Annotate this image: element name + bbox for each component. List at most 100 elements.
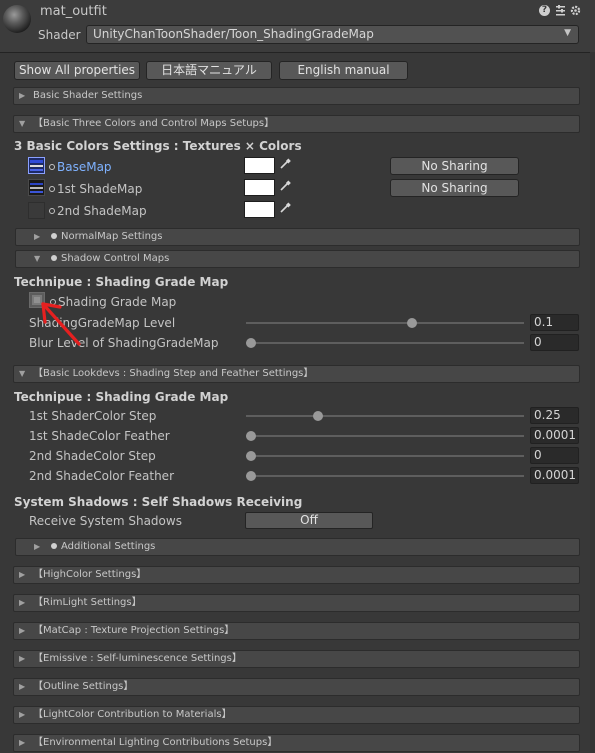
basemap-color-field[interactable] [244, 157, 275, 174]
foldout-highcolor[interactable]: ▶ 【HighColor Settings】 [13, 566, 580, 584]
basemap-texture-slot[interactable] [28, 157, 45, 174]
2nd-shademap-texture-slot[interactable] [28, 202, 45, 219]
basemap-row[interactable]: BaseMap [49, 160, 112, 174]
shader-dropdown[interactable]: UnityChanToonShader/Toon_ShadingGradeMap… [86, 25, 579, 44]
foldout-label: 【Basic Lookdevs : Shading Step and Feath… [33, 368, 314, 379]
receive-system-shadows-label: Receive System Shadows [29, 514, 182, 528]
foldout-label: 【Emissive : Self-luminescence Settings】 [33, 653, 242, 664]
1st-shadercolor-step-slider-track[interactable] [246, 415, 524, 417]
shading-grade-level-field[interactable]: 0.1 [530, 314, 579, 331]
foldout-lightcolor[interactable]: ▶ 【LightColor Contribution to Materials】 [13, 706, 580, 724]
lookdevs-heading: Technipue : Shading Grade Map [14, 390, 229, 404]
blur-level-slider-thumb[interactable] [246, 338, 256, 348]
bullet-icon [51, 255, 57, 261]
three-colors-heading: 3 Basic Colors Settings : Textures × Col… [14, 139, 302, 153]
settings-sliders-icon[interactable] [555, 5, 566, 16]
2nd-shadecolor-feather-slider-thumb[interactable] [246, 471, 256, 481]
vertical-scrollbar[interactable] [590, 52, 595, 753]
1st-shademap-sharing-button[interactable]: No Sharing [390, 179, 519, 197]
receive-system-shadows-toggle[interactable]: Off [245, 512, 373, 529]
foldout-additional-settings[interactable]: ▶ Additional Settings [15, 538, 580, 556]
2nd-shademap-label: 2nd ShadeMap [57, 204, 147, 218]
object-picker-icon[interactable] [49, 208, 55, 214]
bullet-icon [51, 233, 57, 239]
2nd-shadecolor-step-slider-track[interactable] [246, 455, 524, 457]
foldout-label: Additional Settings [61, 541, 156, 552]
foldout-label: 【Outline Settings】 [33, 681, 134, 692]
bullet-icon [51, 543, 57, 549]
blur-level-field[interactable]: 0 [530, 334, 579, 351]
show-all-properties-button[interactable]: Show All properties [14, 61, 140, 80]
2nd-shademap-row[interactable]: 2nd ShadeMap [49, 204, 147, 218]
foldout-normalmap-settings[interactable]: ▶ NormalMap Settings [15, 228, 580, 246]
1st-shadecolor-feather-slider-track[interactable] [246, 435, 524, 437]
foldout-collapsed-icon: ▶ [34, 232, 41, 241]
1st-shadercolor-step-slider-thumb[interactable] [313, 411, 323, 421]
object-picker-icon[interactable] [49, 164, 55, 170]
2nd-shadecolor-feather-field[interactable]: 0.0001 [530, 467, 579, 484]
foldout-label: 【RimLight Settings】 [33, 597, 142, 608]
shading-grade-level-slider-track[interactable] [246, 322, 524, 324]
foldout-label: Basic Shader Settings [33, 90, 143, 101]
foldout-shadow-control-maps[interactable]: ▼ Shadow Control Maps [15, 250, 580, 268]
foldout-collapsed-icon: ▶ [19, 570, 26, 579]
foldout-collapsed-icon: ▶ [19, 598, 26, 607]
foldout-collapsed-icon: ▶ [19, 626, 26, 635]
2nd-shadecolor-feather-label: 2nd ShadeColor Feather [29, 469, 175, 483]
foldout-label: 【Basic Three Colors and Control Maps Set… [33, 118, 275, 129]
foldout-environmental-lighting[interactable]: ▶ 【Environmental Lighting Contributions … [13, 734, 580, 752]
blur-level-slider-track[interactable] [246, 342, 524, 344]
foldout-outline[interactable]: ▶ 【Outline Settings】 [13, 678, 580, 696]
basemap-sharing-button[interactable]: No Sharing [390, 157, 519, 175]
chevron-down-icon: ▼ [564, 28, 571, 38]
foldout-label: 【LightColor Contribution to Materials】 [33, 709, 232, 720]
1st-shademap-color-field[interactable] [244, 179, 275, 196]
foldout-matcap[interactable]: ▶ 【MatCap : Texture Projection Settings】 [13, 622, 580, 640]
foldout-collapsed-icon: ▶ [34, 542, 41, 551]
foldout-label: Shadow Control Maps [61, 253, 170, 264]
foldout-basic-lookdevs[interactable]: ▼ 【Basic Lookdevs : Shading Step and Fea… [13, 365, 580, 383]
eyedropper-icon[interactable] [279, 202, 293, 216]
foldout-label: NormalMap Settings [61, 231, 163, 242]
1st-shadercolor-step-label: 1st ShaderColor Step [29, 409, 157, 423]
foldout-label: 【MatCap : Texture Projection Settings】 [33, 625, 235, 636]
1st-shadecolor-feather-slider-thumb[interactable] [246, 431, 256, 441]
foldout-basic-three-colors[interactable]: ▼ 【Basic Three Colors and Control Maps S… [13, 115, 580, 133]
gear-icon[interactable] [570, 5, 581, 16]
shading-grade-level-slider-thumb[interactable] [406, 318, 417, 328]
2nd-shadecolor-feather-slider-track[interactable] [246, 475, 524, 477]
1st-shadecolor-feather-field[interactable]: 0.0001 [530, 427, 579, 444]
foldout-emissive[interactable]: ▶ 【Emissive : Self-luminescence Settings… [13, 650, 580, 668]
1st-shadercolor-step-field[interactable]: 0.25 [530, 407, 579, 424]
foldout-label: 【Environmental Lighting Contributions Se… [33, 737, 278, 748]
foldout-label: 【HighColor Settings】 [33, 569, 147, 580]
material-name: mat_outfit [40, 4, 107, 19]
shader-dropdown-value: UnityChanToonShader/Toon_ShadingGradeMap [93, 27, 374, 41]
foldout-rimlight[interactable]: ▶ 【RimLight Settings】 [13, 594, 580, 612]
1st-shademap-texture-slot[interactable] [28, 179, 45, 196]
foldout-collapsed-icon: ▶ [19, 91, 26, 100]
2nd-shadecolor-step-slider-thumb[interactable] [246, 451, 256, 461]
1st-shademap-label: 1st ShadeMap [57, 182, 143, 196]
object-picker-icon[interactable] [49, 186, 55, 192]
annotation-arrow [41, 302, 81, 346]
header-divider [0, 52, 595, 53]
japanese-manual-button[interactable]: 日本語マニュアル [146, 61, 272, 80]
2nd-shademap-color-field[interactable] [244, 201, 275, 218]
eyedropper-icon[interactable] [279, 180, 293, 194]
shader-label: Shader [38, 28, 81, 42]
foldout-collapsed-icon: ▶ [19, 654, 26, 663]
help-icon[interactable]: ? [539, 5, 550, 16]
foldout-basic-shader-settings[interactable]: ▶ Basic Shader Settings [13, 87, 580, 105]
2nd-shadecolor-step-field[interactable]: 0 [530, 447, 579, 464]
english-manual-button[interactable]: English manual [279, 61, 408, 80]
foldout-expanded-icon: ▼ [19, 369, 26, 378]
material-preview-icon [3, 5, 31, 33]
1st-shademap-row[interactable]: 1st ShadeMap [49, 182, 142, 196]
2nd-shadecolor-step-label: 2nd ShadeColor Step [29, 449, 156, 463]
foldout-expanded-icon: ▼ [19, 119, 26, 128]
1st-shadecolor-feather-label: 1st ShadeColor Feather [29, 429, 170, 443]
foldout-collapsed-icon: ▶ [19, 682, 26, 691]
foldout-expanded-icon: ▼ [34, 254, 41, 263]
eyedropper-icon[interactable] [279, 158, 293, 172]
